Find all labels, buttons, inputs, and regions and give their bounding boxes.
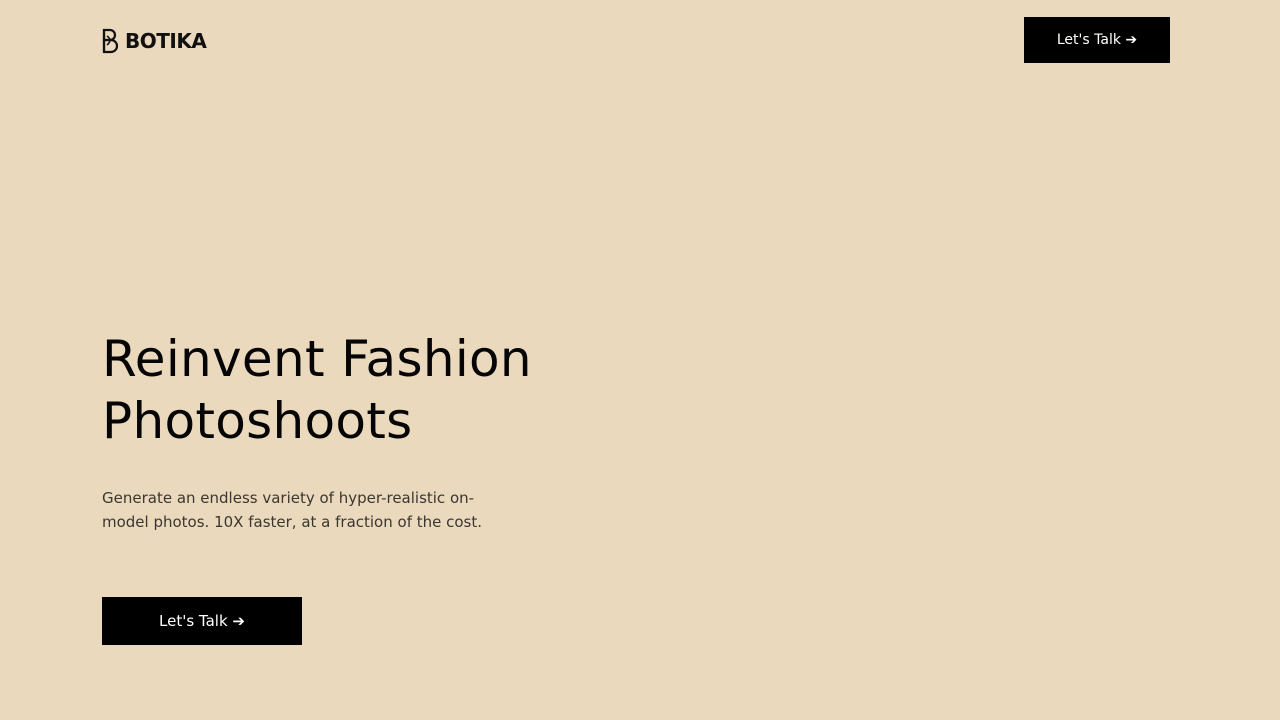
header-lets-talk-button[interactable]: Let's Talk ➔ [1024,17,1170,63]
hero-subtitle: Generate an endless variety of hyper-rea… [102,489,483,531]
hero-title-line-1: Reinvent Fashion [102,330,532,388]
hero-title-line-2: Photoshoots [102,392,413,450]
site-header: BOTIKA Let's Talk ➔ [0,0,1280,80]
brand-name: BOTIKA [125,29,207,53]
botika-b-logo-icon [102,28,119,54]
hero-title: Reinvent Fashion Photoshoots [102,328,622,452]
brand-logo[interactable]: BOTIKA [102,28,207,54]
hero-lets-talk-button[interactable]: Let's Talk ➔ [102,597,302,645]
